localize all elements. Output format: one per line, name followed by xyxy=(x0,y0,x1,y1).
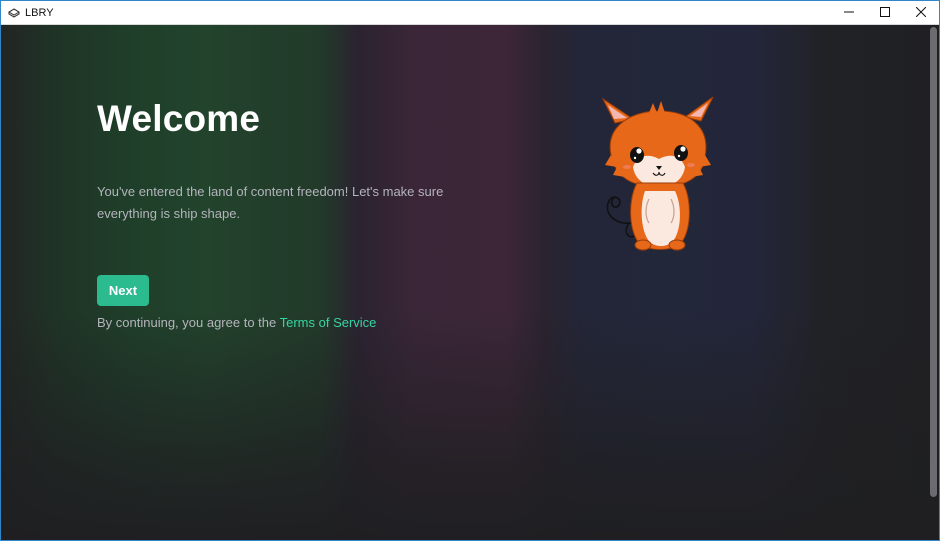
maximize-icon xyxy=(880,4,890,22)
minimize-button[interactable] xyxy=(831,1,867,24)
page-title: Welcome xyxy=(97,98,261,139)
app-window: LBRY Welcome You've entered the land of … xyxy=(0,0,940,541)
next-button[interactable]: Next xyxy=(97,275,149,306)
window-controls xyxy=(831,1,939,24)
terms-prefix: By continuing, you agree to the xyxy=(97,315,280,330)
terms-of-service-link[interactable]: Terms of Service xyxy=(280,315,377,330)
fox-mascot-image xyxy=(601,96,714,251)
welcome-description: You've entered the land of content freed… xyxy=(97,184,444,221)
window-title: LBRY xyxy=(25,6,54,19)
vertical-scrollbar[interactable] xyxy=(928,25,938,540)
close-button[interactable] xyxy=(903,1,939,24)
lbry-logo-icon xyxy=(8,7,20,19)
close-icon xyxy=(915,4,927,22)
maximize-button[interactable] xyxy=(867,1,903,24)
welcome-page: Welcome You've entered the land of conte… xyxy=(1,25,939,540)
title-bar[interactable]: LBRY xyxy=(1,1,939,25)
minimize-icon xyxy=(844,4,854,22)
terms-notice: By continuing, you agree to the Terms of… xyxy=(97,315,376,330)
scrollbar-thumb[interactable] xyxy=(930,27,937,497)
